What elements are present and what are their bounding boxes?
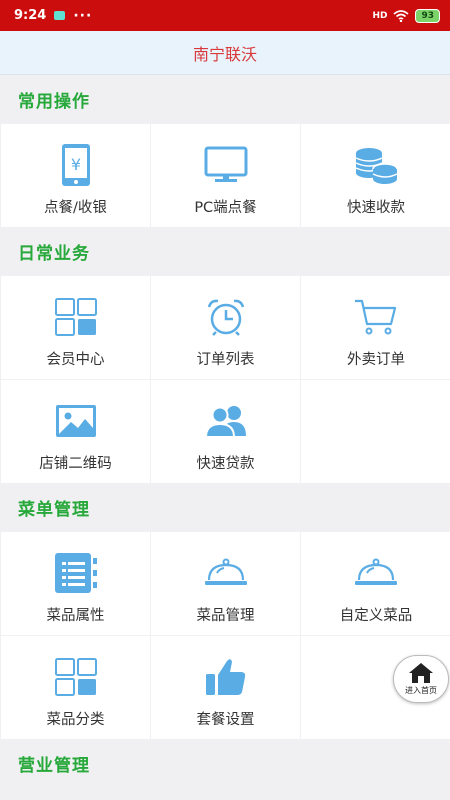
section-grid-common: ¥ 点餐/收银 PC端点餐 快速收款 (0, 124, 450, 227)
enter-home-label: 进入首页 (405, 686, 437, 695)
menu-item-label: 菜品管理 (196, 608, 255, 624)
section-title-daily: 日常业务 (18, 244, 90, 264)
coins-icon (353, 142, 399, 188)
enter-home-button[interactable]: 进入首页 (393, 655, 449, 703)
menu-item-member-center[interactable]: 会员中心 (1, 276, 150, 379)
menu-item-label: 菜品属性 (46, 608, 105, 624)
cart-icon (353, 294, 399, 340)
image-icon (53, 398, 99, 444)
notebook-icon (53, 550, 99, 596)
section-title-menu: 菜单管理 (18, 500, 90, 520)
menu-item-quick-loan[interactable]: 快速贷款 (151, 380, 300, 483)
menu-item-dish-category[interactable]: 菜品分类 (1, 636, 150, 739)
menu-item-label: 快速贷款 (196, 456, 255, 472)
signal-icon: HD (372, 10, 388, 21)
menu-item-order-checkout[interactable]: ¥ 点餐/收银 (1, 124, 150, 227)
menu-item-label: 店铺二维码 (39, 456, 112, 472)
cloche-icon (353, 550, 399, 596)
grid-icon (53, 294, 99, 340)
section-title-business: 营业管理 (18, 756, 90, 776)
users-icon (203, 398, 249, 444)
menu-item-label: 点餐/收银 (44, 200, 107, 216)
menu-item-store-qrcode[interactable]: 店铺二维码 (1, 380, 150, 483)
menu-item-combo-settings[interactable]: 套餐设置 (151, 636, 300, 739)
battery-icon: 93 (415, 8, 440, 23)
menu-item-order-list[interactable]: 订单列表 (151, 276, 300, 379)
section-grid-menu: 菜品属性 菜品管理 自定义菜品 菜品分类 套餐设置 (0, 532, 450, 739)
empty-cell (301, 380, 450, 483)
menu-item-pc-order[interactable]: PC端点餐 (151, 124, 300, 227)
menu-item-custom-dish[interactable]: 自定义菜品 (301, 532, 450, 635)
menu-item-dish-attributes[interactable]: 菜品属性 (1, 532, 150, 635)
monitor-icon (203, 142, 249, 188)
phone-yen-icon: ¥ (53, 142, 99, 188)
menu-item-label: 外卖订单 (347, 352, 405, 368)
section-grid-daily: 会员中心 订单列表 外卖订单 店铺二维码 快速贷款 (0, 276, 450, 483)
section-title-common: 常用操作 (18, 92, 90, 112)
status-bar: 9:24 ··· HD 93 (0, 0, 450, 31)
page-title: 南宁联沃 (0, 31, 450, 75)
menu-item-label: 套餐设置 (196, 712, 255, 728)
notification-icon (54, 11, 66, 20)
menu-item-label: PC端点餐 (194, 200, 257, 216)
more-notifications-icon: ··· (73, 7, 93, 24)
menu-item-dish-management[interactable]: 菜品管理 (151, 532, 300, 635)
grid-icon (53, 654, 99, 700)
menu-item-label: 自定义菜品 (339, 608, 413, 624)
alarm-clock-icon (203, 294, 249, 340)
thumbs-up-icon (203, 654, 249, 700)
cloche-icon (203, 550, 249, 596)
home-icon (409, 663, 433, 683)
menu-item-takeaway-orders[interactable]: 外卖订单 (301, 276, 450, 379)
menu-item-quick-pay[interactable]: 快速收款 (301, 124, 450, 227)
menu-item-label: 会员中心 (46, 352, 105, 368)
svg-text:¥: ¥ (70, 155, 80, 174)
menu-item-label: 订单列表 (196, 352, 255, 368)
wifi-icon (393, 9, 409, 22)
status-time: 9:24 (14, 8, 47, 23)
menu-item-label: 快速收款 (347, 200, 405, 216)
menu-item-label: 菜品分类 (46, 712, 105, 728)
